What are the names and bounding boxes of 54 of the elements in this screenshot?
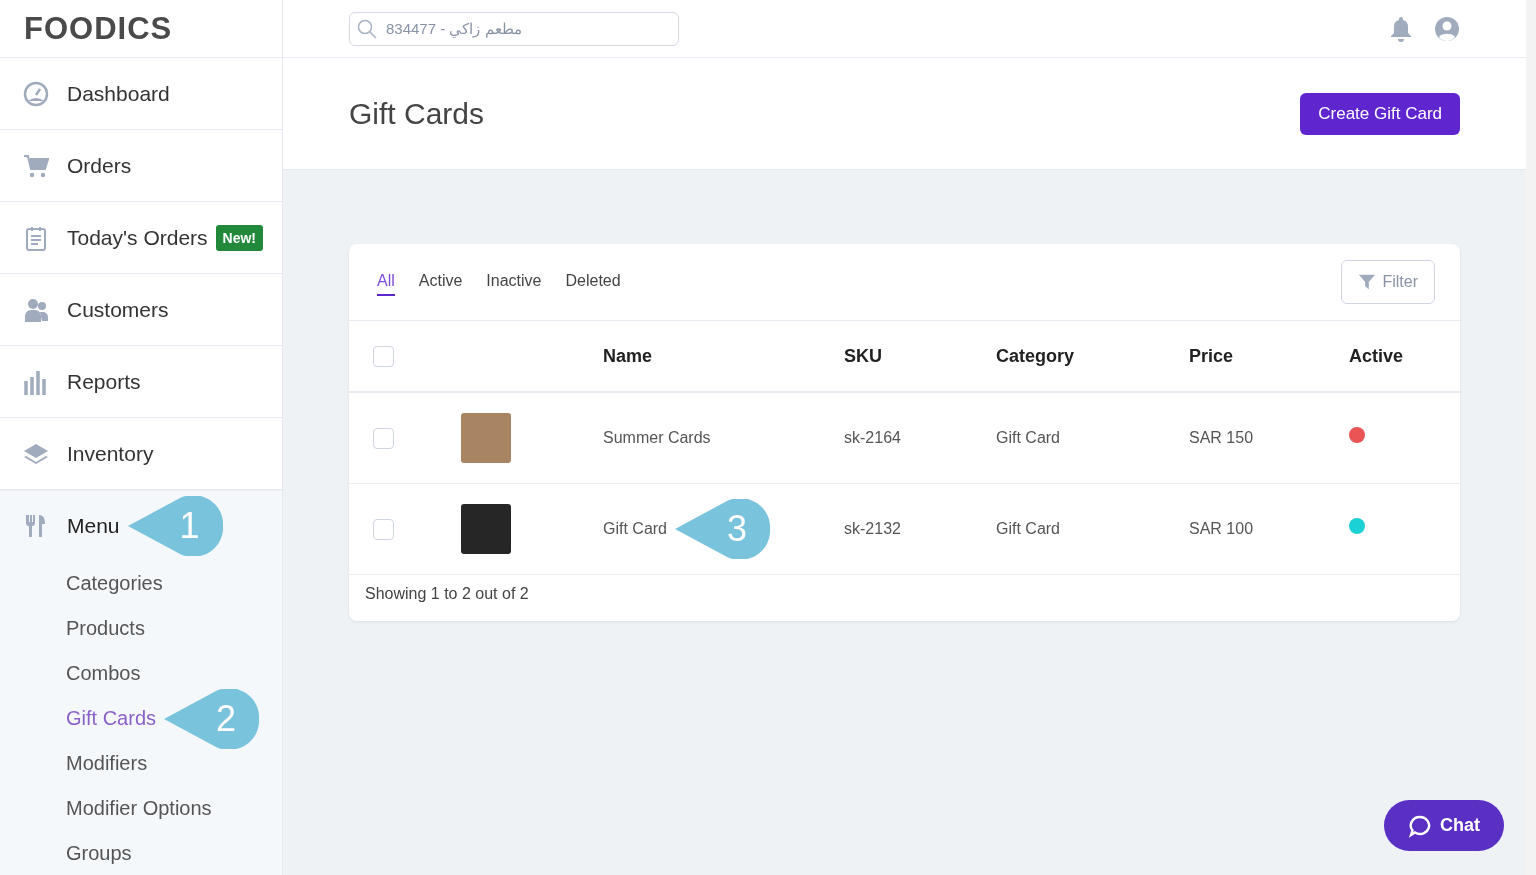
row-checkbox[interactable] bbox=[373, 427, 394, 449]
people-icon bbox=[23, 296, 49, 323]
chat-button[interactable]: Chat bbox=[1384, 800, 1504, 851]
photo-placeholder bbox=[461, 504, 511, 554]
gauge-icon bbox=[23, 80, 49, 107]
search-icon bbox=[357, 18, 377, 39]
table-cell-text: sk-2132 bbox=[844, 520, 902, 538]
step-callout: 3 bbox=[675, 499, 771, 559]
page-title: Gift Cards bbox=[349, 96, 485, 131]
select-all-checkbox[interactable] bbox=[373, 345, 394, 367]
submenu-item[interactable]: Groups bbox=[66, 842, 132, 865]
submenu-item[interactable]: Categories bbox=[66, 572, 163, 595]
logo[interactable]: FOODICS bbox=[24, 10, 173, 47]
step-callout: 2 bbox=[164, 688, 261, 749]
submenu-item[interactable]: Products bbox=[66, 617, 145, 640]
nav-item[interactable]: Reports bbox=[0, 346, 282, 418]
create-gift-card-button[interactable]: Create Gift Card bbox=[1300, 92, 1460, 135]
table-cell-text: sk-2164 bbox=[844, 429, 902, 447]
filter-tab[interactable]: Inactive bbox=[486, 268, 542, 296]
new-badge: New! bbox=[215, 224, 263, 251]
photo-placeholder bbox=[461, 413, 511, 463]
notification-bell-icon[interactable] bbox=[1388, 15, 1414, 42]
nav-item[interactable]: Menu 1 bbox=[0, 491, 282, 561]
column-header: Name bbox=[603, 345, 654, 367]
filter-tab[interactable]: Active bbox=[418, 268, 463, 296]
submenu-item[interactable]: Gift Cards bbox=[66, 707, 157, 730]
filter-tab[interactable]: Deleted bbox=[565, 268, 621, 296]
filter-icon bbox=[1358, 273, 1377, 291]
column-header: SKU bbox=[844, 345, 883, 367]
nav-item[interactable]: Today's Orders New! bbox=[0, 202, 282, 274]
table-cell-text: SAR 100 bbox=[1189, 520, 1255, 538]
step-callout: 1 bbox=[127, 496, 224, 556]
submenu-item[interactable]: Modifiers bbox=[66, 752, 148, 775]
bar-chart-icon bbox=[23, 368, 49, 395]
user-avatar-icon[interactable] bbox=[1434, 15, 1460, 42]
column-header: Price bbox=[1189, 345, 1235, 367]
clipboard-icon bbox=[23, 224, 49, 251]
column-header: Category bbox=[996, 345, 1076, 367]
submenu-item[interactable]: Combos bbox=[66, 662, 141, 685]
nav-item[interactable]: Dashboard bbox=[0, 58, 282, 130]
table-cell: Gift Card bbox=[603, 520, 667, 538]
table-cell: Summer Cards bbox=[603, 429, 711, 447]
nav-item[interactable]: Customers bbox=[0, 274, 282, 346]
column-header: Active bbox=[1349, 345, 1405, 367]
nav-item[interactable]: Orders bbox=[0, 130, 282, 202]
cart-icon bbox=[23, 152, 49, 179]
row-checkbox[interactable] bbox=[373, 518, 394, 540]
submenu-item[interactable]: Modifier Options bbox=[66, 797, 212, 820]
table-cell-text: SAR 150 bbox=[1189, 429, 1255, 447]
pagination-summary: Showing 1 to 2 out of 2 bbox=[364, 584, 530, 604]
filter-tab[interactable]: All bbox=[377, 268, 395, 296]
table-cell-text: Gift Card bbox=[996, 520, 1061, 538]
table-cell-text: Gift Card bbox=[996, 429, 1061, 447]
chat-bubble-icon bbox=[1408, 813, 1432, 838]
